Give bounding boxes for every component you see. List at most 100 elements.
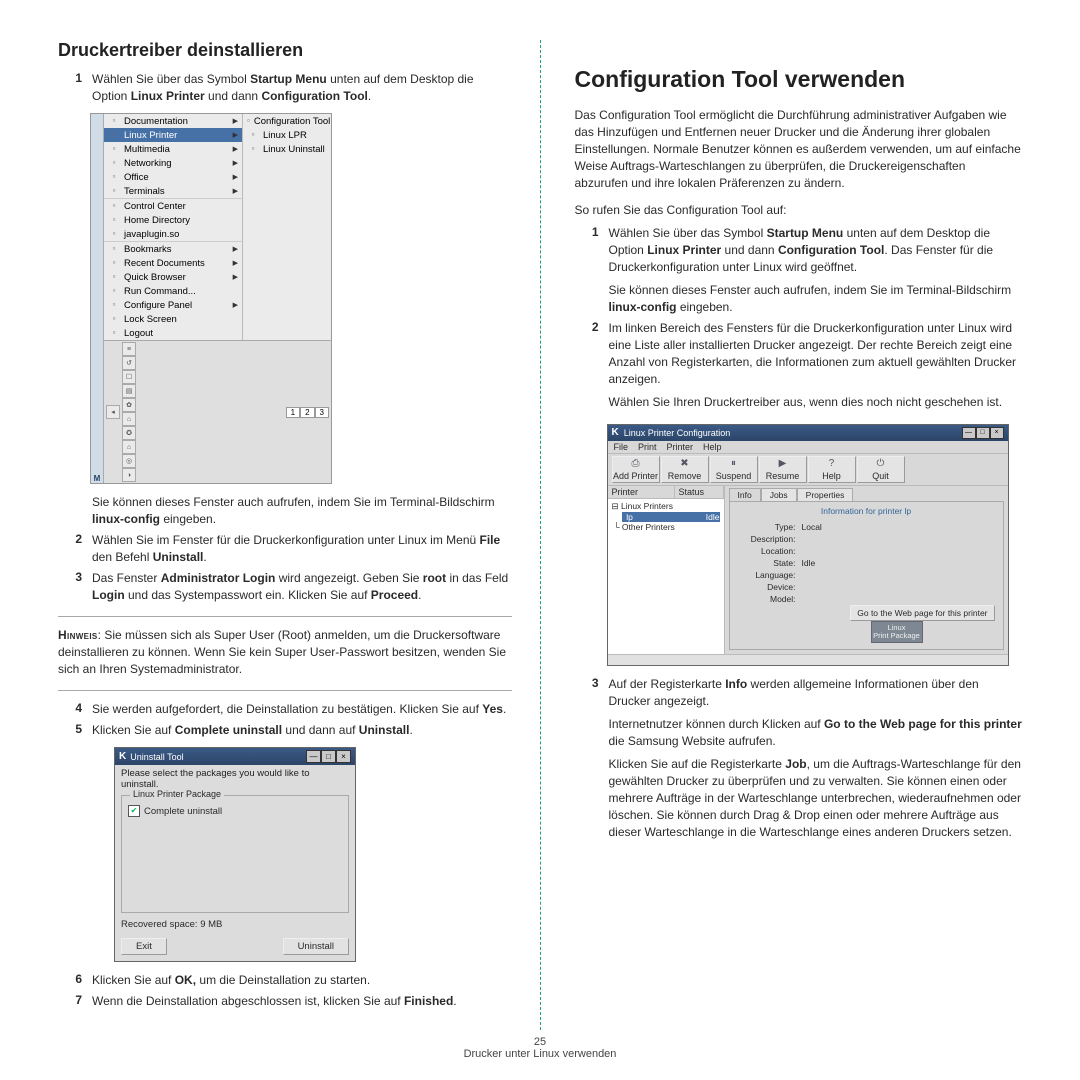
menubar-item[interactable]: Print — [638, 442, 657, 452]
close-icon[interactable]: × — [336, 750, 351, 763]
chevron-right-icon: ▶ — [233, 145, 238, 153]
menu-item[interactable]: ▫Quick Browser▶ — [104, 270, 242, 284]
footer-caption: Drucker unter Linux verwenden — [58, 1048, 1022, 1060]
lpc-window-title: Linux Printer Configuration — [624, 428, 731, 438]
figure-uninstall-tool: K Uninstall Tool — □ × Please select the… — [114, 747, 356, 962]
menu-item[interactable]: ▫Linux Uninstall — [243, 142, 331, 156]
kde-k-icon: K — [612, 427, 619, 438]
taskbar-icon[interactable]: ⌂ — [122, 412, 136, 426]
lpc-menubar[interactable]: File Print Printer Help — [608, 441, 1008, 454]
toolbar-button[interactable]: ⎙Add Printer — [612, 456, 660, 483]
taskbar-icon[interactable]: ≡ — [122, 342, 136, 356]
tab-jobs[interactable]: Jobs — [761, 488, 797, 501]
chevron-right-icon: ▶ — [233, 301, 238, 309]
note-text: Sie müssen sich als Super User (Root) an… — [58, 628, 506, 676]
menu-item-icon: ▫ — [108, 186, 120, 196]
exit-button[interactable]: Exit — [121, 938, 167, 955]
lpc-printer-tree[interactable]: ⊟ Linux Printers lp Idle └ Other Printer… — [608, 499, 724, 654]
menu-item-icon: ▫ — [108, 300, 120, 310]
close-icon[interactable]: × — [990, 427, 1004, 439]
taskbar-icon[interactable]: ☐ — [122, 370, 136, 384]
menubar-item[interactable]: Printer — [667, 442, 694, 452]
taskbar-desktop-button[interactable]: 2 — [300, 407, 314, 418]
menu-item-icon: ▫ — [108, 144, 120, 154]
lpc-info-row: Location: — [736, 546, 997, 556]
toolbar-button[interactable]: ?Help — [808, 456, 856, 483]
menubar-item[interactable]: File — [614, 442, 629, 452]
taskbar-icon[interactable]: ◑ — [122, 468, 136, 482]
lpc-info-row: Description: — [736, 534, 997, 544]
menu-item[interactable]: ▫Terminals▶ — [104, 184, 242, 198]
tab-info[interactable]: Info — [729, 488, 761, 501]
lpc-toolbar[interactable]: ⎙Add Printer✖Remove⏸Suspend▶Resume?Help⏻… — [608, 454, 1008, 486]
menu-item[interactable]: ▫Logout — [104, 326, 242, 340]
menu-item-icon: ▫ — [108, 314, 120, 324]
hinweis-note: Hinweis: Sie müssen sich als Super User … — [58, 627, 512, 678]
menu-item[interactable]: ▫Lock Screen — [104, 312, 242, 326]
menu-item[interactable]: ▫Control Center — [104, 199, 242, 213]
note-label: Hinweis — [58, 628, 98, 642]
chevron-right-icon: ▶ — [233, 187, 238, 195]
taskbar-icon[interactable]: ▤ — [122, 384, 136, 398]
maximize-icon[interactable]: □ — [976, 427, 990, 439]
menu-item-icon: ▫ — [108, 201, 120, 211]
page-number: 25 — [58, 1036, 1022, 1048]
menu-item[interactable]: ▫Networking▶ — [104, 156, 242, 170]
taskbar-icon[interactable]: ⌂ — [122, 440, 136, 454]
left-step-2: 2 Wählen Sie im Fenster für die Druckerk… — [58, 532, 512, 566]
menu-item[interactable]: ▫Documentation▶ — [104, 114, 242, 128]
menu-item-icon: ▫ — [108, 258, 120, 268]
go-to-web-button[interactable]: Go to the Web page for this printer — [850, 605, 994, 621]
menubar-item[interactable]: Help — [703, 442, 722, 452]
toolbar-button[interactable]: ⏻Quit — [857, 456, 905, 483]
minimize-icon[interactable]: — — [306, 750, 321, 763]
taskbar-handle-icon: ◂ — [106, 405, 120, 419]
uninstall-checkbox-row[interactable]: ✔ Complete uninstall — [128, 805, 342, 817]
menu-item[interactable]: ▫Bookmarks▶ — [104, 242, 242, 256]
left-step-7: 7 Wenn die Deinstallation abgeschlossen … — [58, 993, 512, 1010]
checkbox-checked-icon[interactable]: ✔ — [128, 805, 140, 817]
taskbar-icon[interactable]: ◎ — [122, 454, 136, 468]
taskbar-icon[interactable]: ✿ — [122, 398, 136, 412]
tab-properties[interactable]: Properties — [797, 488, 854, 501]
lpc-tabs[interactable]: Info Jobs Properties — [725, 486, 1008, 501]
menu-item[interactable]: ▫Run Command... — [104, 284, 242, 298]
menu-item-icon: ▫ — [108, 244, 120, 254]
taskbar-icon[interactable]: ✪ — [122, 426, 136, 440]
taskbar-desktop-button[interactable]: 3 — [315, 407, 329, 418]
left-step-1: 1 Wählen Sie über das Symbol Startup Men… — [58, 71, 512, 105]
menu-item[interactable]: ▫Configuration Tool — [243, 114, 331, 128]
menu-item-icon: ▫ — [247, 116, 250, 126]
taskbar-icon[interactable]: ↺ — [122, 356, 136, 370]
menu-item[interactable]: ▫Recent Documents▶ — [104, 256, 242, 270]
toolbar-icon: ? — [809, 458, 855, 471]
chevron-right-icon: ▶ — [233, 131, 238, 139]
menu-item-icon: ▫ — [247, 130, 259, 140]
menu-item-icon: ▫ — [108, 328, 120, 338]
taskbar-desktop-button[interactable]: 1 — [286, 407, 300, 418]
menu-item[interactable]: ▫Office▶ — [104, 170, 242, 184]
toolbar-button[interactable]: ▶Resume — [759, 456, 807, 483]
step-number: 1 — [58, 71, 92, 105]
figure-startup-menu: M ▫Documentation▶▫Linux Printer▶▫Multime… — [90, 113, 332, 484]
lpc-info-row: Device: — [736, 582, 997, 592]
toolbar-icon: ✖ — [662, 458, 708, 471]
maximize-icon[interactable]: □ — [321, 750, 336, 763]
toolbar-button[interactable]: ⏸Suspend — [710, 456, 758, 483]
menu-item[interactable]: ▫Multimedia▶ — [104, 142, 242, 156]
minimize-icon[interactable]: — — [962, 427, 976, 439]
left-step-4: 4 Sie werden aufgefordert, die Deinstall… — [58, 701, 512, 718]
menu-item-icon: ▫ — [247, 144, 259, 154]
menu-item[interactable]: ▫Home Directory — [104, 213, 242, 227]
toolbar-button[interactable]: ✖Remove — [661, 456, 709, 483]
menu-item[interactable]: ▫Linux LPR — [243, 128, 331, 142]
chevron-right-icon: ▶ — [233, 245, 238, 253]
uninstall-button[interactable]: Uninstall — [283, 938, 349, 955]
menu-item[interactable]: ▫Linux Printer▶ — [104, 128, 242, 142]
toolbar-icon: ⏸ — [711, 458, 757, 471]
toolbar-icon: ▶ — [760, 458, 806, 471]
chevron-right-icon: ▶ — [233, 259, 238, 267]
menu-item[interactable]: ▫Configure Panel▶ — [104, 298, 242, 312]
menu-item[interactable]: ▫javaplugin.so — [104, 227, 242, 241]
lpc-tab-body: Information for printer lp Type:LocalDes… — [729, 501, 1004, 650]
